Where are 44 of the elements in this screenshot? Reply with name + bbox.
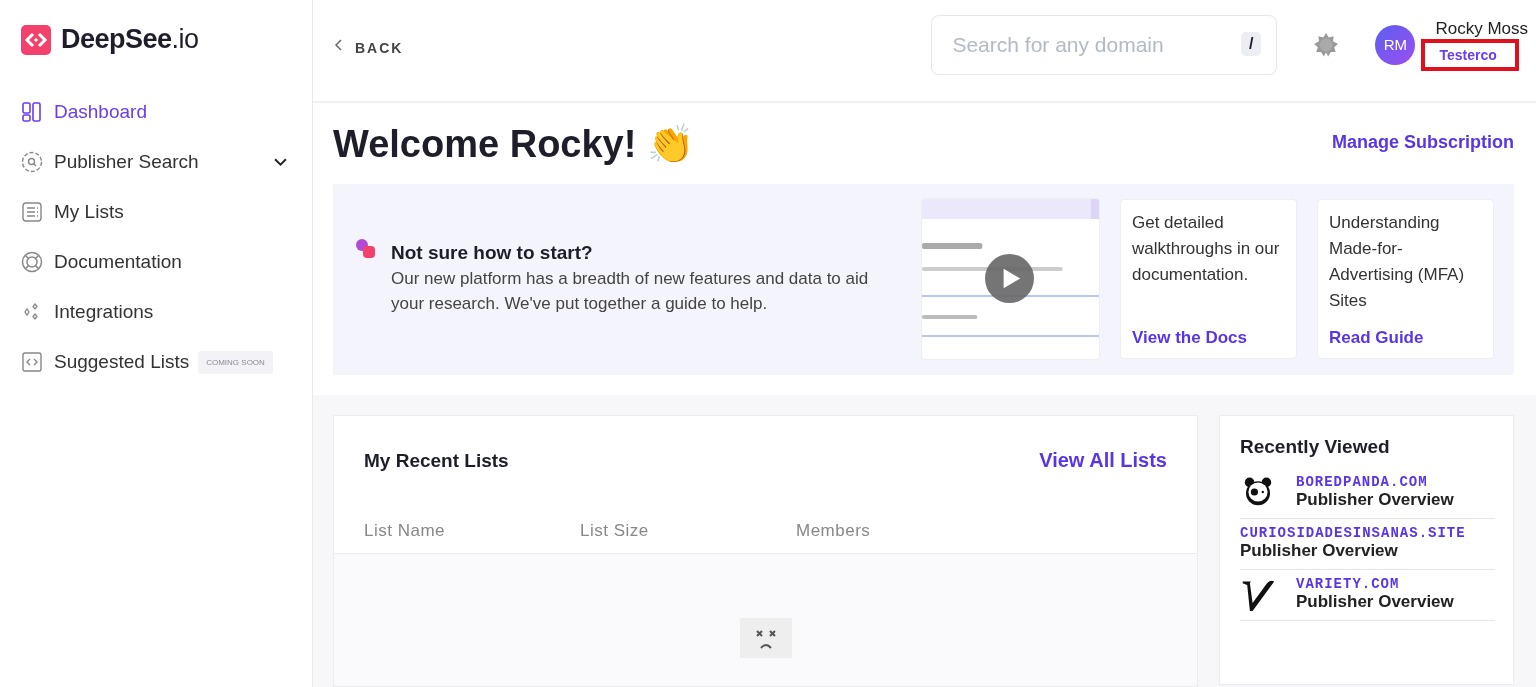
domain-link[interactable]: BOREDPANDA.COM xyxy=(1296,474,1454,490)
manage-subscription-link[interactable]: Manage Subscription xyxy=(1331,131,1514,153)
list-icon xyxy=(21,201,43,223)
chevron-left-icon xyxy=(335,38,343,51)
theme-toggle-icon[interactable] xyxy=(1313,31,1340,58)
welcome-title: Welcome Rocky! 👏 xyxy=(333,122,694,167)
user-name: Rocky Moss xyxy=(1435,18,1528,39)
brand-name: DeepSee.io xyxy=(61,24,199,55)
coming-soon-badge: COMING SOON xyxy=(198,350,273,374)
guide-text: Understanding Made-for-Advertising (MFA) Sites xyxy=(1329,212,1466,313)
publisher-overview-label: Publisher Overview xyxy=(1296,592,1454,612)
play-icon[interactable] xyxy=(985,254,1034,304)
publisher-overview-label: Publisher Overview xyxy=(1240,541,1399,561)
domain-link[interactable]: VARIETY.COM xyxy=(1296,576,1454,592)
guide-text: Get detailed walkthroughs in our documentation. xyxy=(1132,212,1281,287)
sidebar-item[interactable]: Suggested Lists COMING SOON xyxy=(21,337,287,387)
sidebar-item[interactable]: Dashboard xyxy=(21,87,287,137)
organization-name: Testerco xyxy=(1421,38,1519,71)
domain-link[interactable]: CURIOSIDADESINSANAS.SITE xyxy=(1240,525,1466,541)
sidebar-item[interactable]: Integrations xyxy=(21,287,287,337)
card-title: My Recent Lists xyxy=(364,449,509,472)
column-header: List Name xyxy=(364,521,447,541)
card-title: Recently Viewed xyxy=(1240,436,1391,458)
sidebar-item[interactable]: Documentation xyxy=(21,237,287,287)
view-all-lists-link[interactable]: View All Lists xyxy=(1039,449,1167,472)
dashboard-icon xyxy=(21,101,43,123)
column-header: Members xyxy=(796,521,872,541)
chat-bubbles-icon xyxy=(355,238,377,261)
banner-title: Not sure how to start? xyxy=(391,242,594,265)
user-avatar[interactable]: RM xyxy=(1375,24,1416,65)
code-icon xyxy=(21,351,43,373)
search-icon xyxy=(21,151,43,173)
back-link[interactable]: BACK xyxy=(335,39,404,56)
publisher-overview-label: Publisher Overview xyxy=(1296,490,1454,510)
sidebar-item[interactable]: My Lists xyxy=(21,187,287,237)
chevron-icon[interactable] xyxy=(274,157,287,167)
sad-face-icon xyxy=(739,618,792,658)
guide-link[interactable]: Read Guide xyxy=(1329,328,1483,349)
sidebar-item[interactable]: Publisher Search xyxy=(21,137,287,187)
column-header: List Size xyxy=(580,521,650,541)
lifebuoy-icon xyxy=(21,251,43,273)
logo-icon xyxy=(21,24,51,55)
banner-text: Our new platform has a breadth of new features and data to aid your research. We've put together a guide to help. xyxy=(391,268,870,316)
guide-link[interactable]: View the Docs xyxy=(1132,328,1286,349)
